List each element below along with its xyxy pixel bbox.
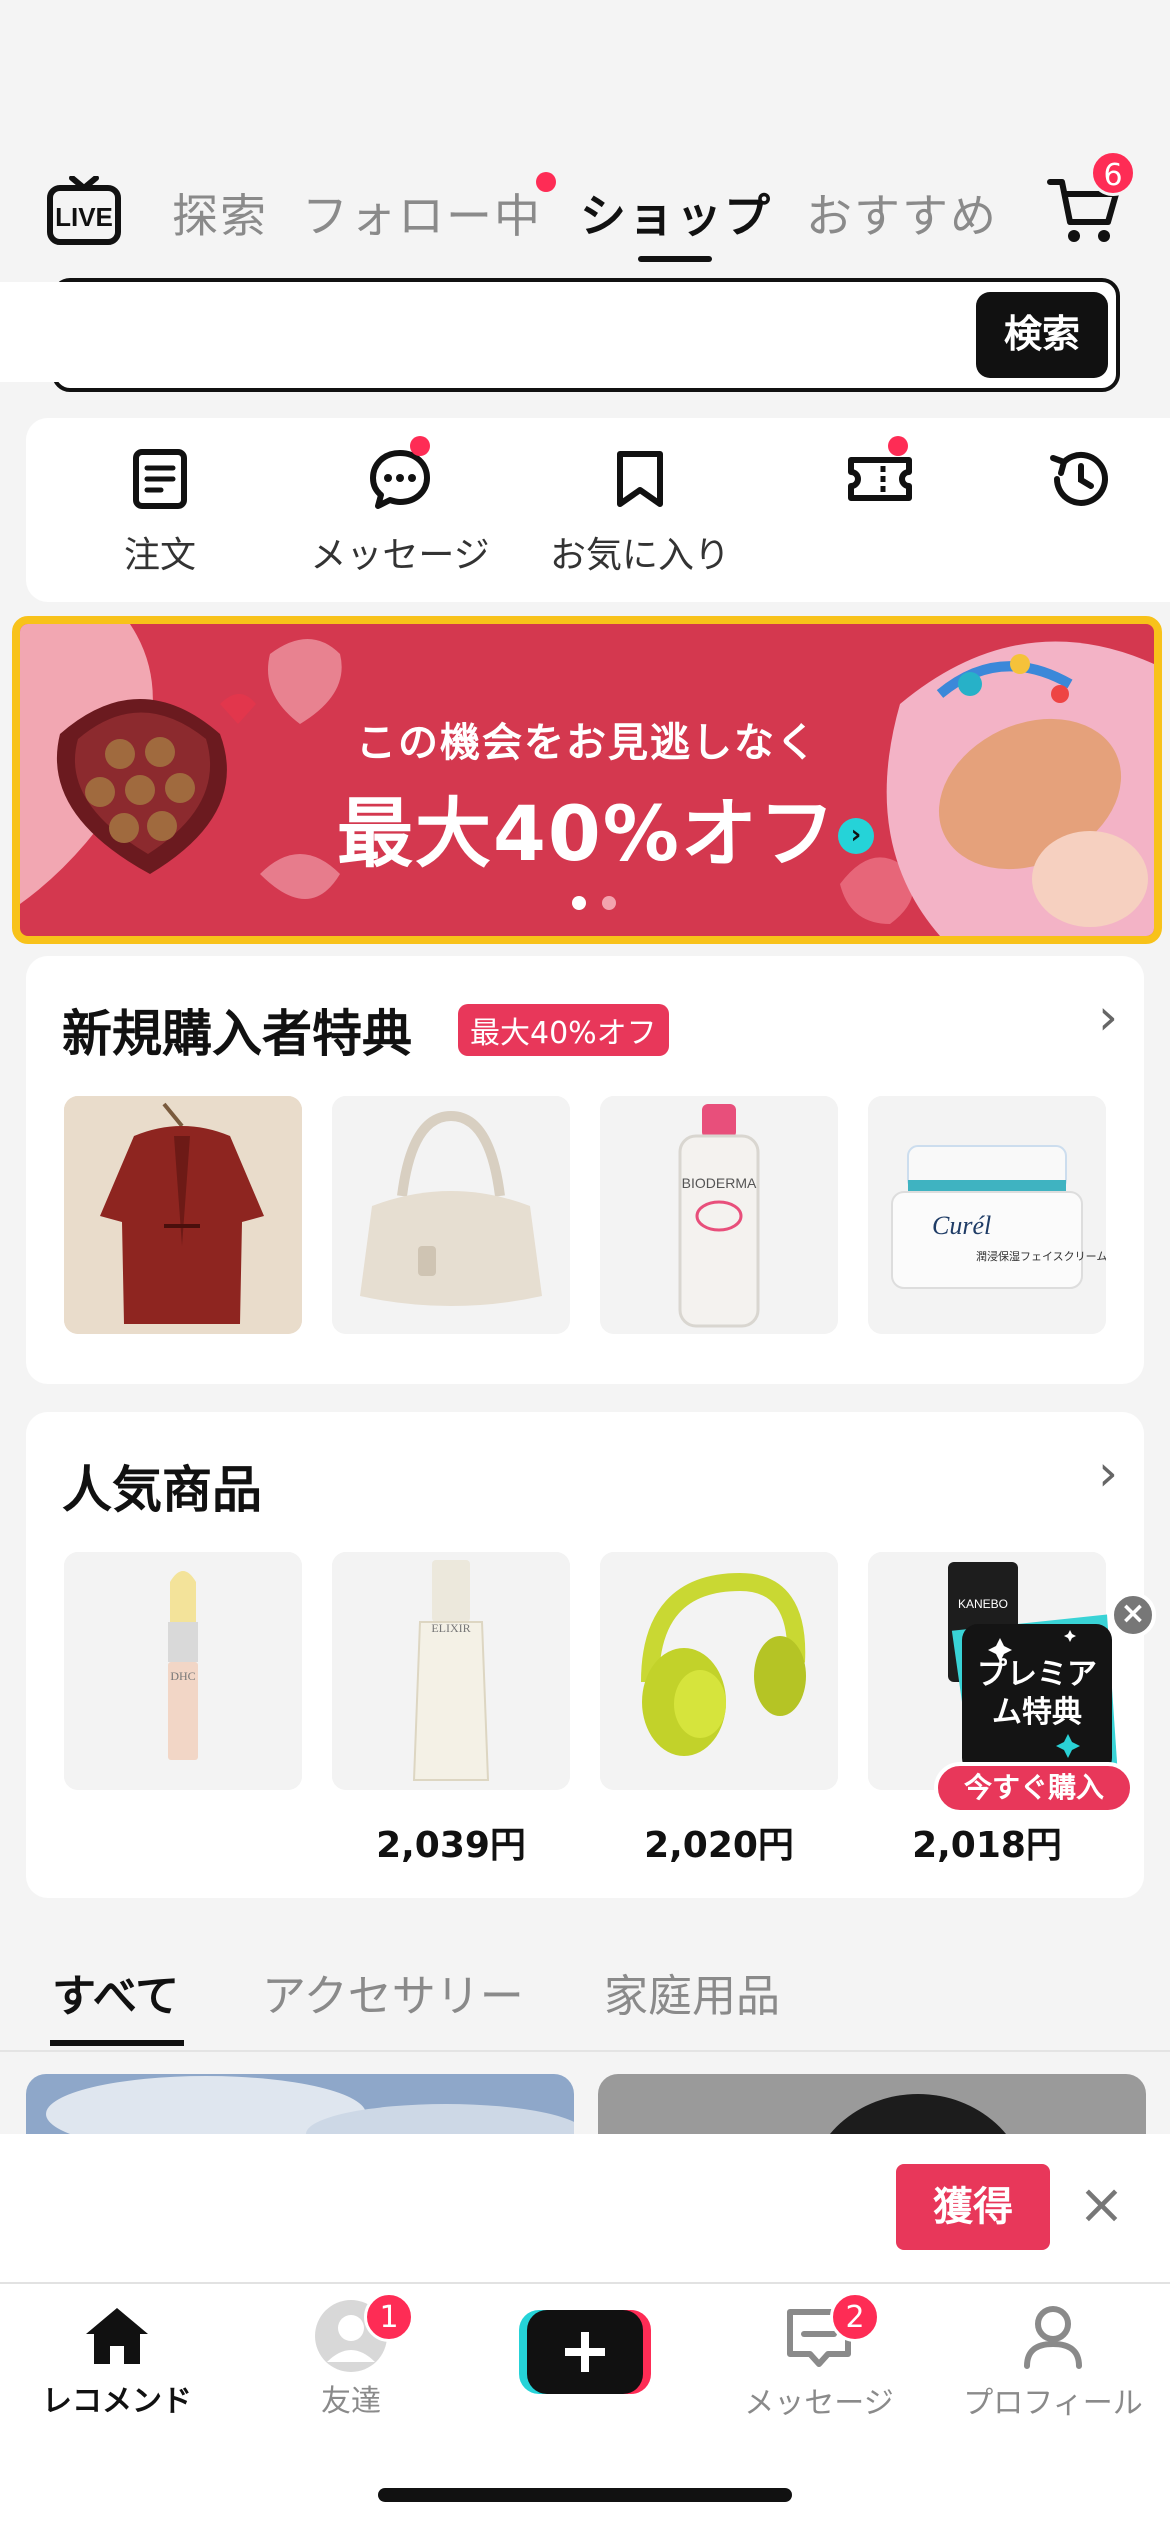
nav-label: 友達 (321, 2384, 381, 2419)
buy-now-button[interactable]: 今すぐ購入 (934, 1762, 1134, 1814)
nav-messages[interactable]: メッセージ (702, 2284, 936, 2422)
home-indicator (378, 2488, 792, 2502)
close-popup-icon[interactable]: × (1110, 1592, 1156, 1638)
svg-text:ELIXIR: ELIXIR (431, 1621, 470, 1635)
friends-badge: 1 (364, 2292, 414, 2342)
product-card[interactable]: DHC (64, 1552, 302, 1790)
quick-action-label: お気に入り (549, 535, 730, 576)
svg-text:LIVE: LIVE (55, 202, 113, 232)
active-tab-underline (638, 256, 712, 262)
product-card[interactable]: Curél 潤浸保湿フェイスクリーム (868, 1096, 1106, 1334)
history-clock-icon (1050, 451, 1108, 506)
quick-actions-card: 注文 メッセージ お気に入り (26, 418, 1170, 602)
product-card[interactable]: ELIXIR (332, 1552, 570, 1790)
order-document-icon (133, 449, 187, 509)
nav-label: レコメンド (42, 2384, 192, 2419)
carousel-dot (602, 896, 616, 910)
nav-label: メッセージ (744, 2386, 894, 2421)
create-plus-icon (519, 2310, 651, 2394)
dhc-lip-cream-image: DHC (64, 1552, 302, 1790)
product-card[interactable]: BIODERMA (600, 1096, 838, 1334)
premium-benefit-popup[interactable]: プレミアム特典 今すぐ購入 × (934, 1592, 1156, 1814)
quick-action-label: メッセージ (310, 535, 490, 576)
product-price: 2,018円 (912, 1825, 1062, 1866)
svg-text:DHC: DHC (170, 1669, 195, 1683)
messages-notification-dot (410, 436, 430, 456)
category-tab-all[interactable]: すべて (52, 1960, 179, 2024)
quick-action-history[interactable] (1010, 448, 1150, 510)
bookmark-icon (617, 451, 663, 507)
messages-badge: 2 (830, 2292, 880, 2342)
discount-badge: 最大40%オフ (458, 1004, 669, 1056)
nav-label: プロフィール (963, 2386, 1143, 2421)
banner-arrow-icon[interactable]: › (838, 818, 874, 854)
carousel-dot-active (572, 896, 586, 910)
curel-cream-image: Curél 潤浸保湿フェイスクリーム (868, 1096, 1106, 1334)
tab-following[interactable]: フォロー中 (302, 180, 542, 246)
quick-action-coupons[interactable] (770, 448, 990, 510)
bioderma-bottle-image: BIODERMA (600, 1096, 838, 1334)
elixir-bottle-image: ELIXIR (332, 1552, 570, 1790)
nav-profile[interactable]: プロフィール (936, 2284, 1170, 2422)
banner-headline: 最大40%オフ (337, 789, 837, 878)
nav-create[interactable] (468, 2284, 702, 2398)
category-tab-accessories[interactable]: アクセサリー (262, 1960, 524, 2024)
svg-text:潤浸保湿フェイスクリーム: 潤浸保湿フェイスクリーム (976, 1249, 1106, 1263)
svg-text:Curél: Curél (932, 1211, 991, 1240)
tab-recommended[interactable]: おすすめ (806, 180, 998, 246)
nav-recommend[interactable]: レコメンド (0, 2284, 234, 2420)
quick-action-favorites[interactable]: お気に入り (530, 448, 750, 578)
search-button[interactable]: 検索 (976, 292, 1108, 378)
nav-friends[interactable]: 友達 (234, 2284, 468, 2420)
close-icon[interactable]: × (1078, 2172, 1125, 2237)
section-title: 新規購入者特典 (62, 1005, 412, 1063)
promo-banner[interactable]: この機会をお見逃しなく 最大40%オフ › (12, 616, 1162, 944)
tab-shop[interactable]: ショップ (580, 180, 772, 246)
following-notification-dot (536, 172, 556, 192)
quick-action-orders[interactable]: 注文 (50, 448, 270, 578)
live-tv-icon[interactable]: LIVE (46, 175, 122, 248)
category-tab-household[interactable]: 家庭用品 (604, 1960, 780, 2024)
top-tab-bar: LIVE 探索 フォロー中 ショップ おすすめ 6 (0, 140, 1170, 270)
chevron-right-icon[interactable]: › (1098, 1444, 1118, 1502)
divider (0, 2050, 1170, 2052)
section-title: 人気商品 (62, 1461, 262, 1519)
banner-subtitle: この機会をお見逃しなく (356, 720, 818, 766)
red-cardigan-image (64, 1096, 302, 1334)
coupon-ticket-icon (848, 457, 912, 501)
category-tab-underline (50, 2040, 184, 2046)
new-buyer-section: 新規購入者特典 最大40%オフ › BIODERMA Curél 潤浸保湿フェイ… (26, 956, 1144, 1384)
cart-count-badge: 6 (1090, 150, 1136, 196)
chevron-right-icon[interactable]: › (1098, 988, 1118, 1046)
product-card[interactable] (332, 1096, 570, 1334)
quick-action-messages[interactable]: メッセージ (290, 448, 510, 578)
home-icon (86, 2308, 148, 2364)
coupons-notification-dot (888, 436, 908, 456)
beige-handbag-image (332, 1096, 570, 1334)
product-price: 2,039円 (376, 1825, 526, 1866)
chat-bubble-icon (370, 450, 430, 509)
claim-button[interactable]: 獲得 (896, 2164, 1050, 2250)
tab-explore[interactable]: 探索 (172, 180, 268, 246)
product-price: 2,020円 (644, 1825, 794, 1866)
svg-text:BIODERMA: BIODERMA (682, 1175, 757, 1191)
claim-bar: 獲得 × (0, 2134, 1170, 2282)
premium-title: プレミアム特典 (977, 1657, 1097, 1730)
product-card[interactable] (64, 1096, 302, 1334)
product-card[interactable] (600, 1552, 838, 1790)
quick-action-label: 注文 (123, 535, 196, 576)
search-input[interactable] (0, 282, 500, 382)
yellow-headphones-image (600, 1552, 838, 1790)
profile-icon (1024, 2306, 1082, 2369)
